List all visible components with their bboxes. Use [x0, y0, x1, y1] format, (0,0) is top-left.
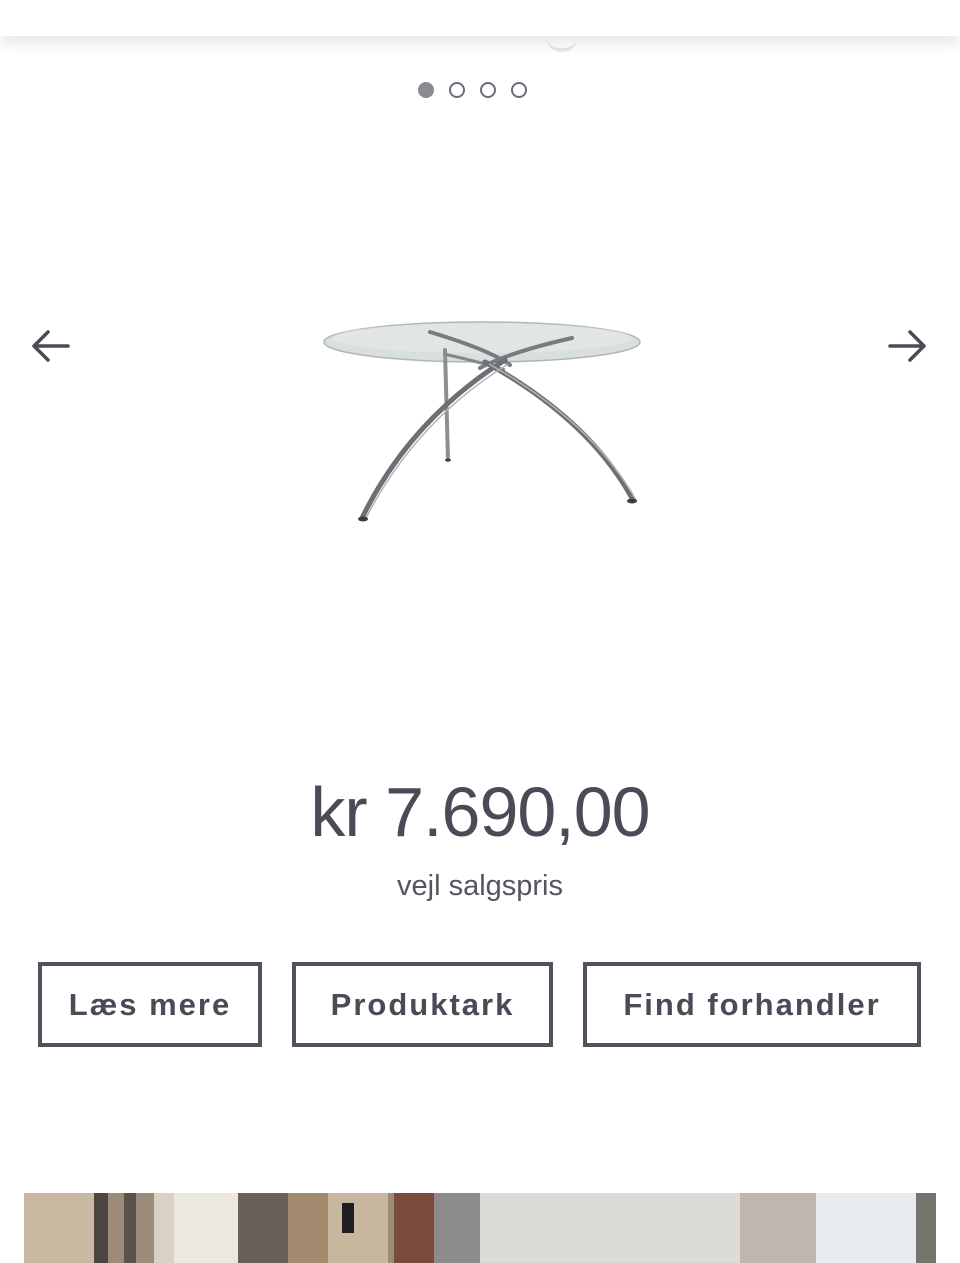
read-more-button[interactable]: Læs mere — [38, 962, 262, 1047]
price-label: vejl salgspris — [397, 870, 563, 902]
carousel-dot-4[interactable] — [511, 82, 527, 98]
product-sheet-button[interactable]: Produktark — [292, 962, 553, 1047]
product-price: kr 7.690,00 — [310, 773, 650, 851]
arrow-left-icon — [32, 330, 70, 362]
find-dealer-button[interactable]: Find forhandler — [583, 962, 921, 1047]
gallery-image-bright-room[interactable] — [480, 1193, 936, 1263]
carousel-next-button[interactable] — [884, 322, 932, 370]
image-gallery — [24, 1193, 936, 1263]
carousel-prev-button[interactable] — [26, 322, 74, 370]
product-image — [323, 321, 641, 522]
carousel-dot-2[interactable] — [449, 82, 465, 98]
carousel-indicators — [418, 82, 527, 98]
top-bar — [0, 0, 960, 36]
carousel-dot-3[interactable] — [480, 82, 496, 98]
carousel-dot-1[interactable] — [418, 82, 434, 98]
top-bar-text-fragment — [547, 38, 577, 52]
gallery-image-living-room[interactable] — [24, 1193, 480, 1263]
arrow-right-icon — [888, 330, 926, 362]
